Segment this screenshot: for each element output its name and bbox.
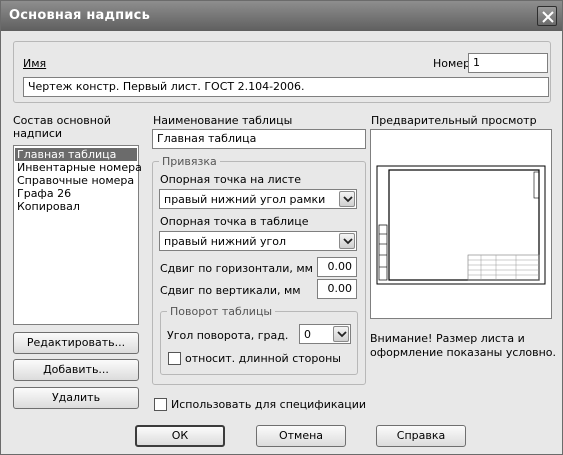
vshift-label: Сдвиг по вертикали, мм [160, 284, 301, 297]
rotation-group-caption: Поворот таблицы [167, 305, 276, 318]
list-item[interactable]: Справочные номера [15, 174, 136, 187]
table-point-dropdown-button[interactable] [339, 233, 355, 249]
preview-label: Предварительный просмотр [371, 114, 537, 127]
chevron-down-icon [343, 238, 353, 245]
name-field[interactable]: Чертеж констр. Первый лист. ГОСТ 2.104-2… [23, 77, 549, 97]
table-name-field[interactable]: Главная таблица [152, 129, 366, 149]
dialog-window: Основная надпись Имя Номер 1 Чертеж конс… [0, 0, 563, 455]
hshift-field[interactable]: 0.00 [317, 257, 357, 277]
cancel-button[interactable]: Отмена [256, 425, 346, 447]
number-label: Номер [433, 57, 471, 70]
sheet-point-select[interactable]: правый нижний угол рамки [159, 189, 357, 209]
delete-button[interactable]: Удалить [13, 387, 139, 409]
preview-note-2: оформление показаны условно. [370, 346, 557, 359]
table-point-value: правый нижний угол [164, 235, 287, 248]
sheet-point-dropdown-button[interactable] [339, 191, 355, 207]
relative-label: относит. длинной стороны [185, 352, 341, 365]
hshift-label: Сдвиг по горизонтали, мм [160, 262, 313, 275]
table-point-select[interactable]: правый нижний угол [159, 231, 357, 251]
table-point-label: Опорная точка в таблице [160, 215, 309, 228]
sheet-preview-image [376, 165, 546, 285]
title-bar[interactable]: Основная надпись [1, 1, 562, 31]
spec-checkbox[interactable] [154, 398, 167, 411]
preview-note-1: Внимание! Размер листа и [370, 332, 525, 345]
list-item[interactable]: Главная таблица [15, 148, 137, 161]
ok-button[interactable]: ОК [135, 425, 225, 447]
vshift-field[interactable]: 0.00 [317, 279, 357, 299]
chevron-down-icon [337, 331, 347, 338]
angle-value: 0 [304, 328, 311, 341]
list-item[interactable]: Графа 26 [15, 187, 73, 200]
angle-select[interactable]: 0 [299, 324, 351, 344]
list-item[interactable]: Инвентарные номера [15, 161, 144, 174]
composition-label-1: Состав основной [13, 114, 111, 127]
relative-checkbox[interactable] [168, 352, 181, 365]
window-title: Основная надпись [9, 8, 150, 23]
list-item[interactable]: Копировал [15, 200, 82, 213]
angle-label: Угол поворота, град. [167, 329, 289, 342]
composition-label-2: надписи [13, 127, 63, 140]
anchor-group-caption: Привязка [159, 155, 220, 168]
number-field[interactable]: 1 [468, 53, 548, 73]
chevron-down-icon [343, 196, 353, 203]
help-button[interactable]: Справка [376, 425, 466, 447]
spec-label: Использовать для спецификации [171, 398, 367, 411]
add-button[interactable]: Добавить... [13, 359, 139, 381]
name-label: Имя [23, 57, 47, 70]
close-icon [542, 11, 554, 23]
sheet-point-label: Опорная точка на листе [160, 173, 301, 186]
composition-list[interactable]: Главная таблица Инвентарные номера Справ… [13, 145, 142, 325]
close-button[interactable] [537, 6, 557, 26]
angle-dropdown-button[interactable] [333, 326, 349, 342]
edit-button[interactable]: Редактировать... [13, 332, 139, 354]
table-name-label: Наименование таблицы [153, 114, 293, 127]
sheet-point-value: правый нижний угол рамки [164, 193, 326, 206]
preview-panel [370, 129, 552, 319]
